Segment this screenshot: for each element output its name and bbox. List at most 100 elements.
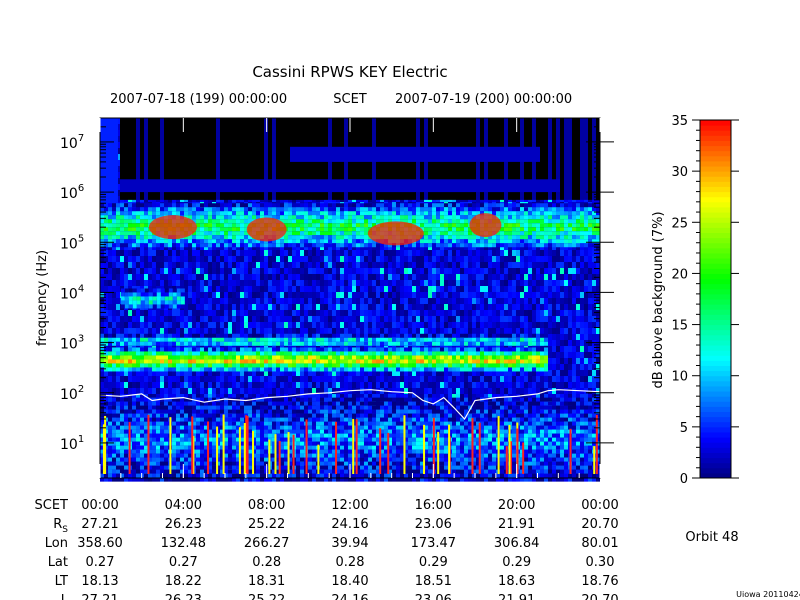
spectrogram-cell bbox=[300, 310, 304, 316]
spectrogram-cell bbox=[228, 256, 232, 262]
spectrogram-cell bbox=[208, 322, 212, 328]
spectrogram-cell bbox=[168, 382, 172, 388]
spectrogram-cell bbox=[364, 310, 368, 316]
spectrogram-cell bbox=[240, 298, 244, 304]
spectrogram-cell bbox=[156, 328, 160, 334]
spectrogram-cell bbox=[236, 292, 240, 298]
spectrogram-cell bbox=[256, 280, 260, 286]
spectrogram-cell bbox=[220, 298, 224, 304]
spectrogram-cell bbox=[408, 382, 412, 388]
spectrogram-cell bbox=[148, 388, 152, 394]
spectrogram-cell bbox=[404, 262, 408, 268]
spectrogram-cell bbox=[184, 322, 188, 328]
spectrogram-cell bbox=[336, 256, 340, 262]
spectrogram-cell bbox=[308, 382, 312, 388]
spectrogram-cell bbox=[244, 382, 248, 388]
spectrogram-cell bbox=[340, 298, 344, 304]
spectrogram-cell bbox=[252, 388, 256, 394]
spectrogram-cell bbox=[136, 262, 140, 268]
spectrogram-cell bbox=[424, 316, 428, 322]
spectrogram-cell bbox=[424, 376, 428, 382]
spectrogram-cell bbox=[428, 256, 432, 262]
spectrogram-cell bbox=[428, 388, 432, 394]
spectrogram-cell bbox=[364, 256, 368, 262]
spectrogram-cell bbox=[312, 286, 316, 292]
spectrogram-cell bbox=[268, 316, 272, 322]
spectrogram-cell bbox=[376, 310, 380, 316]
spectrogram-cell bbox=[272, 388, 276, 394]
spectrogram-cell bbox=[164, 322, 168, 328]
spectrogram-cell bbox=[232, 274, 236, 280]
spectrogram-cell bbox=[172, 262, 176, 268]
spectrogram-cell bbox=[104, 280, 108, 286]
spectrogram-cell bbox=[424, 292, 428, 298]
spectrogram-cell bbox=[260, 304, 264, 310]
spectrogram-cell bbox=[216, 280, 220, 286]
spectrogram-cell bbox=[280, 376, 284, 382]
spectrogram-cell bbox=[164, 382, 168, 388]
spectrogram-cell bbox=[304, 328, 308, 334]
spectrogram-cell bbox=[356, 256, 360, 262]
spectrogram-cell bbox=[200, 376, 204, 382]
spectrogram-cell bbox=[404, 250, 408, 256]
spectrogram-cell bbox=[196, 322, 200, 328]
spectrogram-cell bbox=[304, 388, 308, 394]
spectrogram-cell bbox=[420, 376, 424, 382]
spectrogram-cell bbox=[116, 382, 120, 388]
spectrogram-cell bbox=[268, 262, 272, 268]
spectrogram-cell bbox=[368, 274, 372, 280]
spectrogram-cell bbox=[216, 256, 220, 262]
spectrogram-cell bbox=[352, 376, 356, 382]
spectrogram-cell bbox=[368, 262, 372, 268]
spectrogram-cell bbox=[244, 292, 248, 298]
spectrogram-cell bbox=[336, 328, 340, 334]
spectrogram-cell bbox=[204, 280, 208, 286]
spectrogram-cell bbox=[144, 328, 148, 334]
spectrogram-cell bbox=[368, 298, 372, 304]
spectrogram-cell bbox=[140, 268, 144, 274]
spectrogram-cell bbox=[152, 382, 156, 388]
spectrogram-cell bbox=[132, 388, 136, 394]
spectrogram-cell bbox=[328, 256, 332, 262]
spectrogram-cell bbox=[224, 298, 228, 304]
spectrogram-cell bbox=[204, 382, 208, 388]
spectrogram-cell bbox=[228, 310, 232, 316]
spectrogram-cell bbox=[280, 316, 284, 322]
spectrogram-cell bbox=[224, 328, 228, 334]
spectrogram-cell bbox=[212, 304, 216, 310]
spectrogram-cell bbox=[308, 388, 312, 394]
spectrogram-cell bbox=[140, 262, 144, 268]
spectrogram-cell bbox=[212, 280, 216, 286]
spectrogram-cell bbox=[368, 382, 372, 388]
spectrogram-cell bbox=[296, 388, 300, 394]
spectrogram-cell bbox=[400, 304, 404, 310]
spectrogram-cell bbox=[144, 280, 148, 286]
spectrogram-cell bbox=[144, 268, 148, 274]
spectrogram-cell bbox=[284, 316, 288, 322]
spectrogram-cell bbox=[400, 376, 404, 382]
spectrogram-cell bbox=[424, 256, 428, 262]
spectrogram-cell bbox=[312, 274, 316, 280]
spectrogram-cell bbox=[376, 286, 380, 292]
spectrogram-cell bbox=[184, 256, 188, 262]
spectrogram-cell bbox=[220, 292, 224, 298]
spectrogram-cell bbox=[292, 256, 296, 262]
spectrogram-cell bbox=[188, 280, 192, 286]
spectrogram-cell bbox=[388, 292, 392, 298]
spectrogram-cell bbox=[156, 316, 160, 322]
spectrogram-cell bbox=[140, 310, 144, 316]
spectrogram-cell bbox=[244, 250, 248, 256]
spectrogram-cell bbox=[320, 292, 324, 298]
spectrogram-cell bbox=[416, 292, 420, 298]
spectrogram-cell bbox=[372, 250, 376, 256]
spectrogram-cell bbox=[264, 328, 268, 334]
spectrogram-cell bbox=[396, 304, 400, 310]
spectrogram-cell bbox=[300, 376, 304, 382]
spectrogram-cell bbox=[272, 256, 276, 262]
spectrogram-cell bbox=[388, 286, 392, 292]
spectrogram-cell bbox=[112, 328, 116, 334]
spectrogram-cell bbox=[236, 280, 240, 286]
spectrogram-cell bbox=[344, 304, 348, 310]
spectrogram-cell bbox=[380, 280, 384, 286]
spectrogram-cell bbox=[292, 376, 296, 382]
